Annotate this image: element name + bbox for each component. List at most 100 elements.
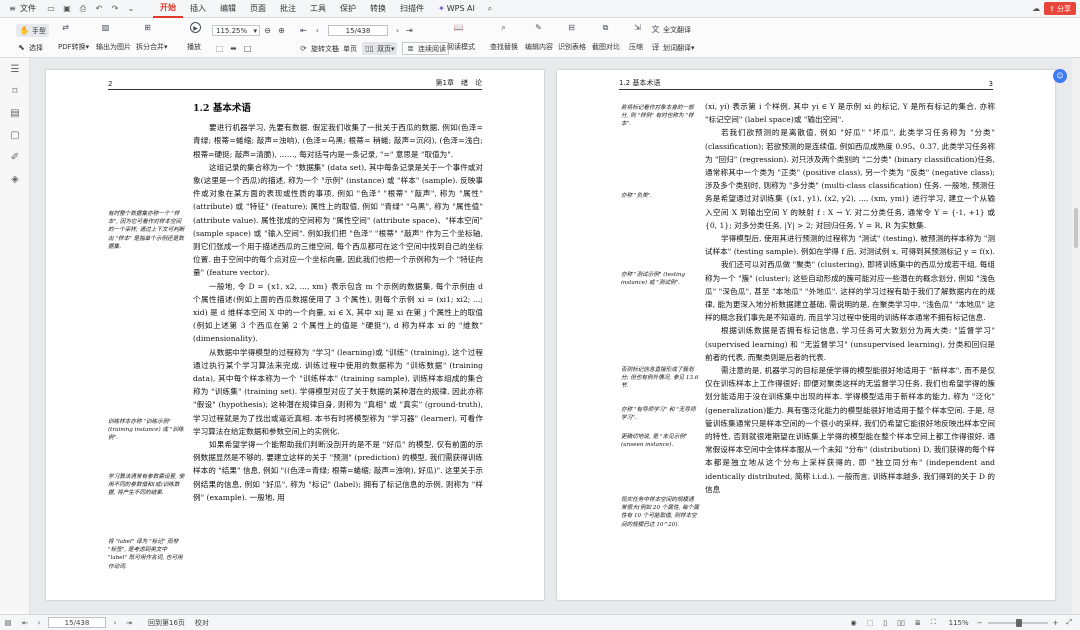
cloud-icon[interactable]: ☁: [1030, 3, 1042, 15]
proofread-button[interactable]: 校对: [195, 618, 209, 628]
tab-edit[interactable]: 编辑: [213, 0, 243, 18]
select-tool-button[interactable]: ⬉ 选择: [16, 42, 43, 53]
assistant-float-button[interactable]: ☺: [1053, 69, 1067, 83]
paragraph: 要进行机器学习, 先要有数据. 假定我们收集了一批关于西瓜的数据, 例如(色泽=…: [193, 123, 483, 159]
screenshot-compare-button[interactable]: 截图对比: [592, 42, 620, 52]
margin-note: 训练样本亦称 "训练示例" (training instance) 或 "训练例…: [108, 419, 184, 442]
word-translate-button[interactable]: 译划词翻译 ▾: [650, 42, 695, 53]
ai-icon: ✦: [438, 4, 445, 13]
tab-scan[interactable]: 扫描件: [393, 0, 431, 18]
tab-home[interactable]: 开始: [153, 0, 183, 18]
print-icon[interactable]: ⎙: [77, 3, 89, 15]
next-page-icon[interactable]: ›: [110, 619, 120, 627]
section-header: 1.2 基本术语: [619, 79, 661, 87]
compress-icon: ⇲: [634, 23, 641, 32]
last-page-icon[interactable]: ⇥: [120, 619, 138, 627]
rotate-icon: ⟳: [300, 44, 307, 53]
zoom-slider[interactable]: [987, 618, 1048, 627]
pdf-convert-button[interactable]: PDF转换 ▾: [58, 42, 89, 52]
status-page-input[interactable]: 15/438: [48, 617, 106, 628]
vertical-scrollbar[interactable]: [1072, 58, 1080, 614]
share-button[interactable]: ⇪ 分享: [1044, 2, 1076, 15]
compress-button[interactable]: 压缩: [629, 42, 643, 52]
scrollbar-thumb[interactable]: [1074, 208, 1078, 248]
wps-ai-button[interactable]: ✦ WPS AI: [431, 0, 482, 18]
edit-content-button[interactable]: 编辑内容: [525, 42, 553, 52]
right-body: (xi, yi) 表示第 i 个样例, 其中 yi ∈ Y 是示例 xi 的标记…: [705, 100, 995, 496]
export-image-icon: ▨: [101, 23, 110, 32]
fit-icon[interactable]: ⬚: [867, 619, 874, 627]
file-menu[interactable]: ≡ 文件: [0, 0, 43, 18]
page-number-input[interactable]: 15/438: [328, 25, 388, 36]
zoom-slider-handle[interactable]: [1015, 618, 1022, 627]
eye-icon[interactable]: ◉: [851, 619, 857, 627]
margin-note: 亦称 "负类".: [621, 193, 653, 199]
first-page-icon[interactable]: ⇤: [298, 25, 311, 36]
zoom-in-icon[interactable]: +: [1053, 619, 1059, 627]
page-number: 2: [108, 80, 113, 88]
comment-icon[interactable]: ▢: [0, 124, 30, 146]
outline-icon[interactable]: ☰: [0, 58, 30, 80]
find-icon: ⌕: [501, 23, 506, 32]
last-page-icon[interactable]: ⇥: [404, 25, 417, 36]
margin-note: 若将标记看作对象本身的一部分, 则 "样例" 有时也称为 "样本".: [621, 105, 694, 128]
ribbon: ✋ 手型 ⬉ 选择 ⇄ PDF转换 ▾ ▨ 输出为图片 ⊞ 拆分合并 ▾ ▶ 播放 11…: [0, 18, 1080, 58]
fit-width-icon[interactable]: ⬌: [228, 43, 241, 54]
zoom-select[interactable]: 115.25% ▾: [212, 25, 260, 36]
double-page-button[interactable]: ▯▯ 双页 ▾: [362, 42, 397, 55]
sidebar-toggle-icon[interactable]: ▤: [0, 619, 16, 627]
bookmark-icon[interactable]: ⌑: [0, 80, 30, 102]
expand-icon[interactable]: ⤢: [1066, 618, 1072, 627]
prev-page-icon[interactable]: ‹: [312, 25, 325, 36]
single-page-button[interactable]: ▯ 单页: [330, 43, 357, 54]
hand-tool-button[interactable]: ✋ 手型: [16, 24, 49, 37]
tab-insert[interactable]: 插入: [183, 0, 213, 18]
search-icon[interactable]: ⌕: [484, 3, 496, 15]
hand-icon: ✋: [19, 26, 30, 35]
menu-icon: ≡: [9, 4, 16, 13]
scroll-view-icon[interactable]: ≣: [915, 619, 921, 627]
zoom-level[interactable]: 115%: [949, 619, 969, 627]
tab-tools[interactable]: 工具: [303, 0, 333, 18]
paragraph: (xi, yi) 表示第 i 个样例, 其中 yi ∈ Y 是示例 xi 的标记…: [705, 102, 995, 125]
first-page-icon[interactable]: ⇤: [16, 619, 34, 627]
tab-convert[interactable]: 转换: [363, 0, 393, 18]
zoom-out-icon[interactable]: ⊖: [262, 25, 275, 36]
save-icon[interactable]: ▣: [61, 3, 73, 15]
continuous-read-button[interactable]: ≣ 连续阅读: [402, 42, 449, 55]
fullscreen-icon[interactable]: ⛶: [931, 618, 936, 627]
continuous-icon: ≣: [407, 44, 414, 53]
full-translate-button[interactable]: 文全文翻译: [650, 24, 692, 35]
thumbnail-icon[interactable]: ▤: [0, 102, 30, 124]
tab-page[interactable]: 页面: [243, 0, 273, 18]
single-view-icon[interactable]: ▯: [883, 619, 887, 627]
tab-annotate[interactable]: 批注: [273, 0, 303, 18]
actual-size-icon[interactable]: □: [242, 43, 255, 54]
export-image-button[interactable]: 输出为图片: [96, 42, 131, 52]
zoom-in-icon[interactable]: ⊕: [276, 25, 289, 36]
open-icon[interactable]: ▭: [45, 3, 57, 15]
margin-note: 学习算法通常有参数需设置, 使用不同的参数值和(或)训练数据, 将产生不同的结果…: [108, 474, 185, 497]
tab-protect[interactable]: 保护: [333, 0, 363, 18]
find-replace-button[interactable]: 查找替换: [490, 42, 518, 52]
chapter-title: 第1章 绪 论: [435, 79, 482, 87]
undo-icon[interactable]: ↶: [93, 3, 105, 15]
layers-icon[interactable]: ◈: [0, 168, 30, 190]
play-button[interactable]: 播放: [187, 42, 201, 52]
double-page-icon: ▯▯: [365, 44, 374, 53]
read-mode-button[interactable]: 阅读模式: [447, 42, 475, 52]
more-icon[interactable]: ⌄: [125, 3, 137, 15]
ocr-table-button[interactable]: 识别表格: [558, 42, 586, 52]
double-view-icon[interactable]: ▯▯: [897, 619, 905, 627]
signature-icon[interactable]: ✐: [0, 146, 30, 168]
return-page-link[interactable]: 回到第16页: [148, 618, 185, 628]
prev-page-icon[interactable]: ‹: [34, 619, 44, 627]
redo-icon[interactable]: ↷: [109, 3, 121, 15]
zoom-out-icon[interactable]: −: [977, 619, 983, 627]
paragraph: 我们还可以对西瓜做 "聚类" (clustering), 即将训练集中的西瓜分成…: [705, 260, 995, 323]
chevron-down-icon: ▾: [253, 26, 257, 35]
status-bar: ▤ ⇤ ‹ 15/438 › ⇥ 回到第16页 校对 ◉ ⬚ ▯ ▯▯ ≣ ⛶ …: [0, 614, 1080, 630]
fit-page-icon[interactable]: ⬚: [214, 43, 227, 54]
split-merge-button[interactable]: 拆分合并 ▾: [136, 42, 168, 52]
play-icon: ▶: [190, 22, 203, 33]
